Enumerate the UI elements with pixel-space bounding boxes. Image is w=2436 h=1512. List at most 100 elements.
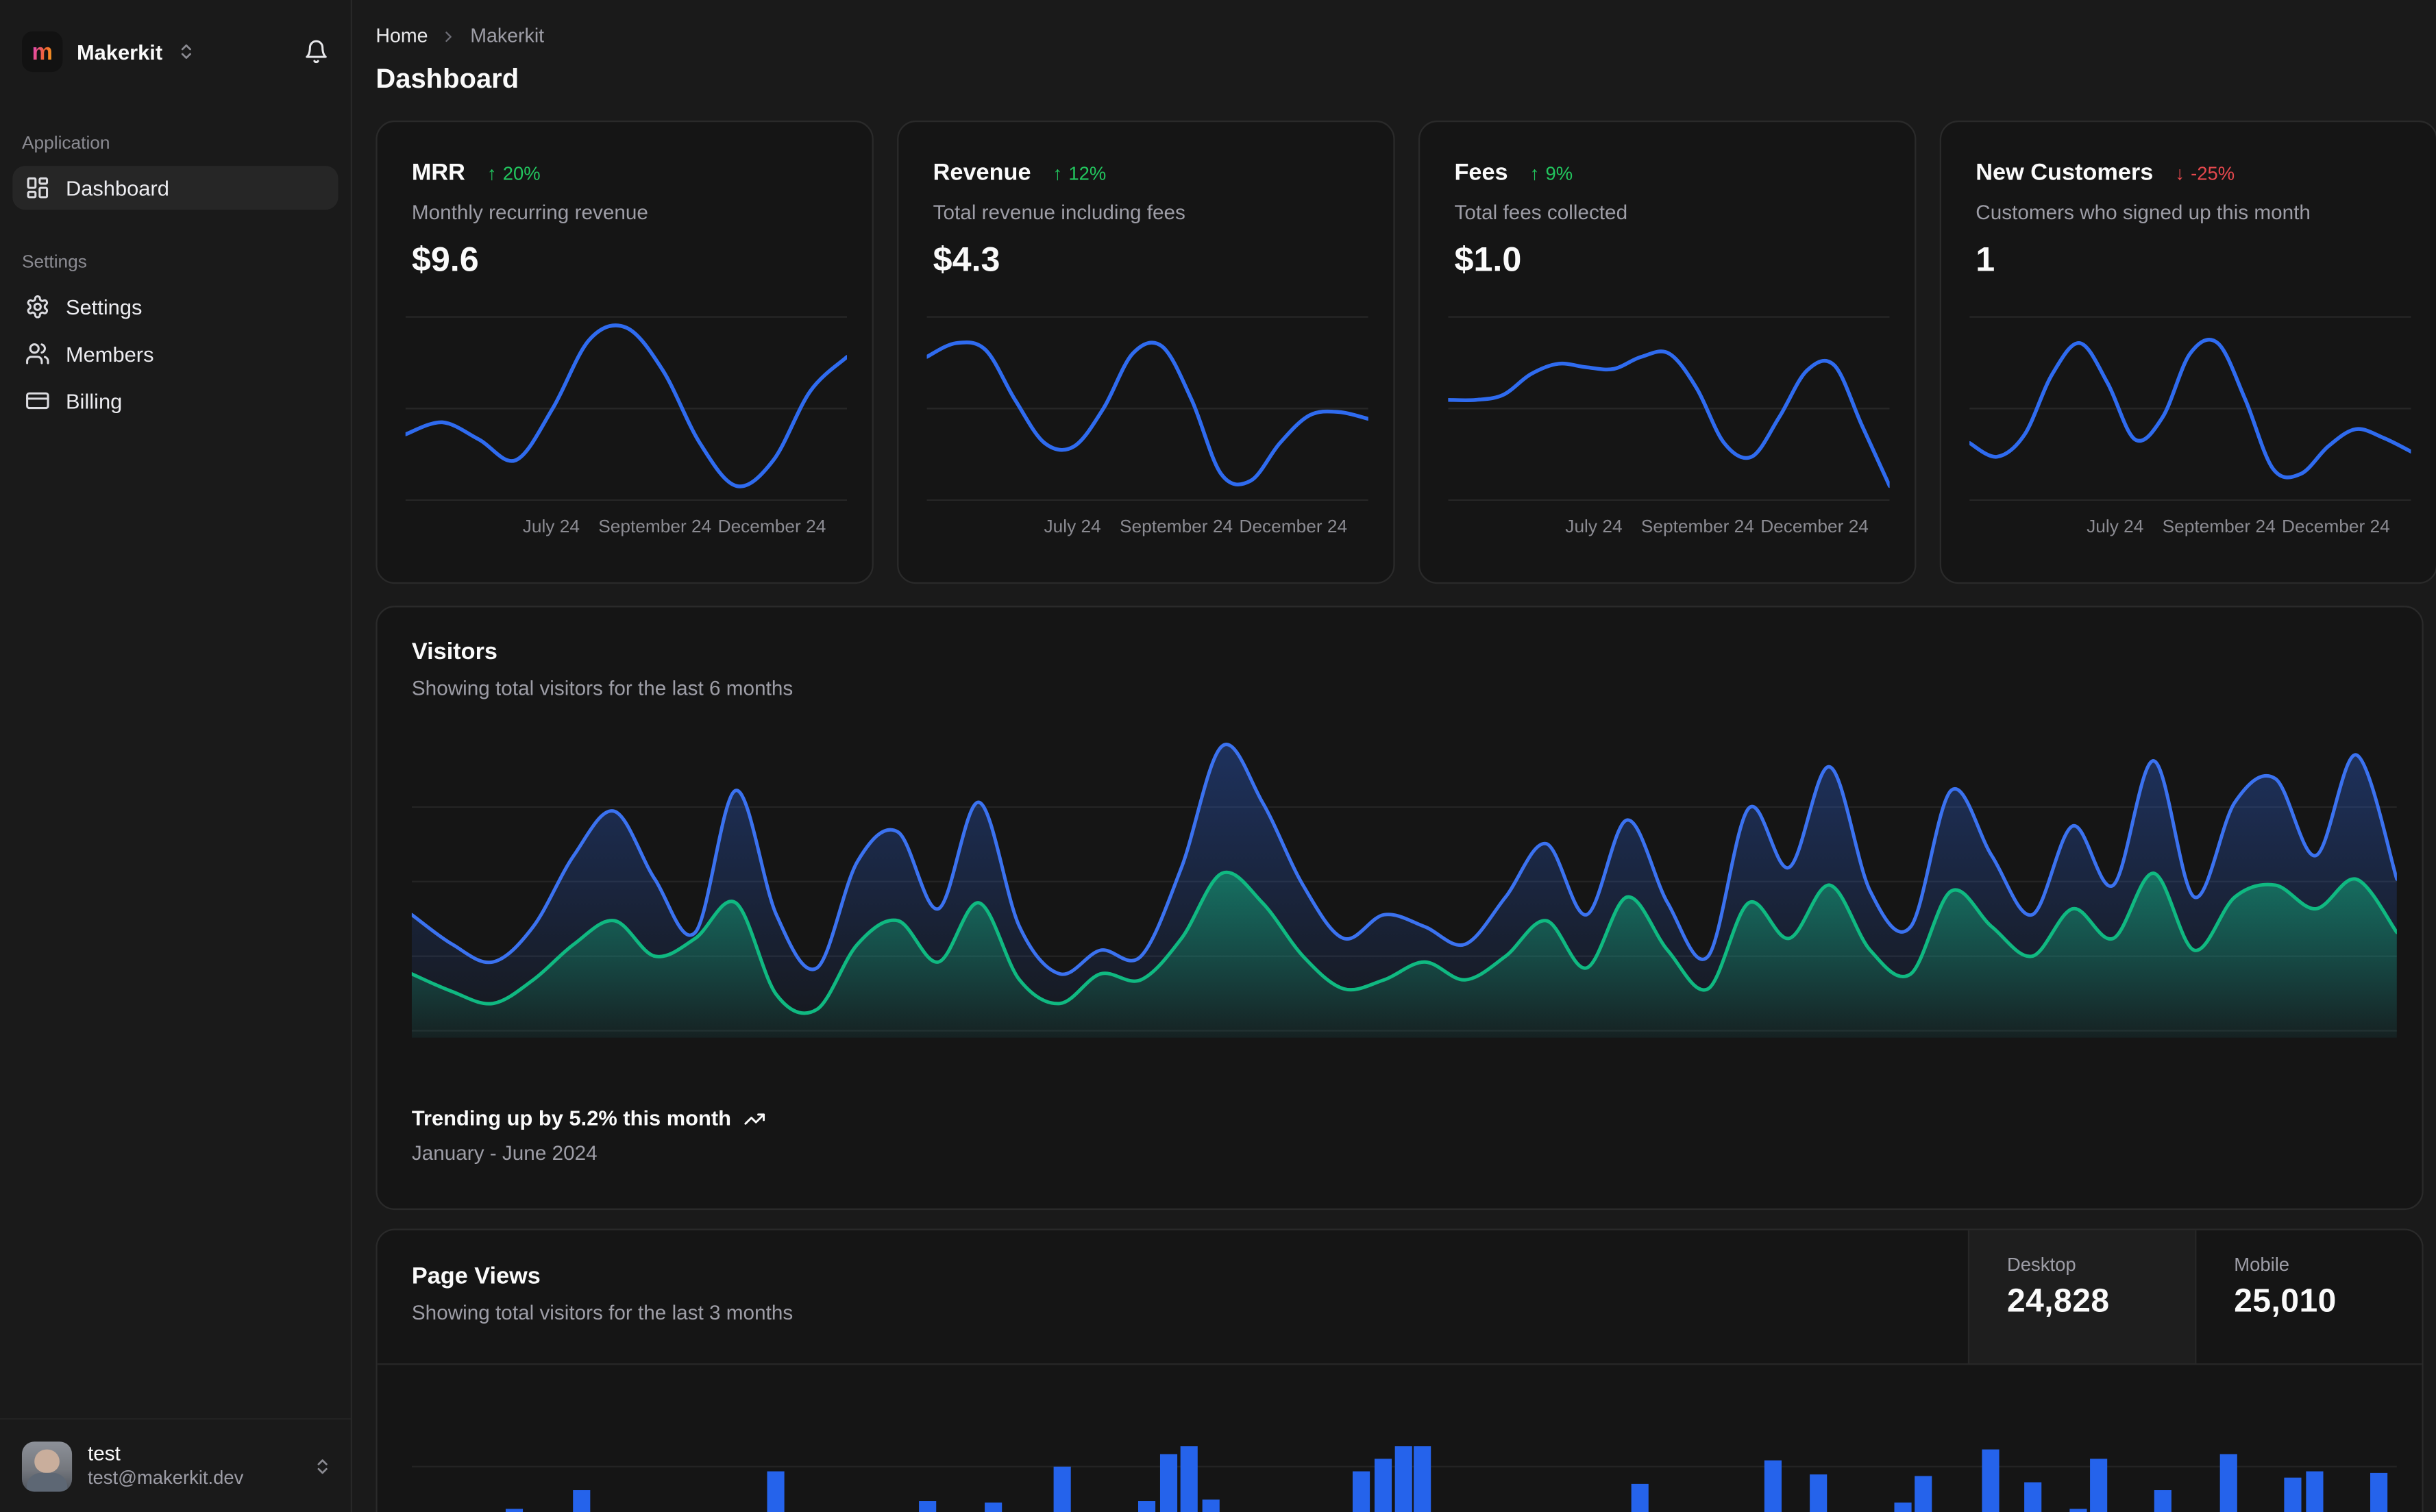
stat-card-new-customers: New Customers ↓ -25% Customers who signed… xyxy=(1939,120,2436,584)
stat-title: Revenue xyxy=(933,160,1031,186)
tick-label: September 24 xyxy=(1120,518,1233,537)
sidebar-item-label: Dashboard xyxy=(65,176,169,200)
stat-cards-row: MRR ↑ 20% Monthly recurring revenue $9.6 … xyxy=(376,120,2436,584)
x-axis-ticks: July 24 September 24 December 24 xyxy=(406,518,847,540)
user-name: test xyxy=(87,1441,121,1465)
user-menu-button[interactable]: test test@makerkit.dev xyxy=(0,1417,351,1512)
toggle-value: 25,010 xyxy=(2234,1283,2337,1320)
breadcrumb-current[interactable]: Makerkit xyxy=(470,25,544,47)
trend-badge: ↑ 9% xyxy=(1530,162,1573,184)
breadcrumb-home[interactable]: Home xyxy=(376,25,428,47)
org-name: Makerkit xyxy=(76,40,163,64)
visitors-subtitle: Showing total visitors for the last 6 mo… xyxy=(411,676,793,700)
tick-label: July 24 xyxy=(1044,518,1101,537)
sidebar-item-label: Billing xyxy=(65,388,123,413)
tick-label: December 24 xyxy=(717,518,826,537)
tick-label: July 24 xyxy=(522,518,580,537)
trend-badge: ↑ 12% xyxy=(1053,162,1107,184)
user-avatar xyxy=(21,1441,73,1491)
new-customers-sparkline-chart xyxy=(1967,316,2413,501)
arrow-up-icon: ↑ xyxy=(1053,162,1063,184)
stat-value: 1 xyxy=(1976,239,1995,279)
arrow-up-icon: ↑ xyxy=(1529,162,1540,184)
visitors-date-range: January - June 2024 xyxy=(411,1141,598,1165)
trend-value: 12% xyxy=(1068,162,1107,184)
stat-card-revenue: Revenue ↑ 12% Total revenue including fee… xyxy=(897,120,1395,584)
page-views-subtitle: Showing total visitors for the last 3 mo… xyxy=(411,1300,793,1324)
stat-title: Fees xyxy=(1454,160,1508,186)
sidebar-section-application: Application xyxy=(21,134,110,153)
logo-letter: m xyxy=(32,38,53,65)
tick-label: July 24 xyxy=(1565,518,1623,537)
user-info: test test@makerkit.dev xyxy=(88,1441,243,1490)
sidebar-item-label: Settings xyxy=(65,295,143,319)
users-icon xyxy=(26,343,49,364)
mrr-sparkline-chart xyxy=(403,316,849,501)
x-axis-ticks: July 24 September 24 December 24 xyxy=(927,518,1368,540)
bell-icon[interactable] xyxy=(304,39,329,64)
chevron-right-icon xyxy=(441,27,458,45)
sidebar-item-members[interactable]: Members xyxy=(12,332,338,375)
stat-card-mrr: MRR ↑ 20% Monthly recurring revenue $9.6 … xyxy=(376,120,874,584)
arrow-up-icon: ↑ xyxy=(487,162,497,184)
page-views-title: Page Views xyxy=(411,1263,541,1290)
page-views-header: Page Views Showing total visitors for th… xyxy=(377,1230,2422,1365)
org-selector[interactable]: m Makerkit xyxy=(0,0,351,82)
page-views-bar-chart xyxy=(411,1371,2397,1512)
stat-title: New Customers xyxy=(1976,160,2154,186)
stat-subtitle: Total fees collected xyxy=(1454,200,1628,224)
toggle-label: Mobile xyxy=(2234,1254,2290,1276)
gear-icon xyxy=(27,295,49,319)
visitors-card: Visitors Showing total visitors for the … xyxy=(376,606,2424,1211)
user-email: test@makerkit.dev xyxy=(87,1466,244,1489)
stat-card-fees: Fees ↑ 9% Total fees collected $1.0 July … xyxy=(1418,120,1917,584)
credit-card-icon xyxy=(26,392,49,410)
tick-label: December 24 xyxy=(2282,518,2390,537)
arrow-down-icon: ↓ xyxy=(2175,162,2185,184)
page-title: Dashboard xyxy=(376,62,519,95)
sidebar: m Makerkit Application Dashboard Setting… xyxy=(0,0,353,1512)
stat-title: MRR xyxy=(411,160,465,186)
stat-value: $4.3 xyxy=(933,239,1000,279)
app-window: m Makerkit Application Dashboard Setting… xyxy=(0,0,2436,1512)
chevrons-up-down-icon xyxy=(313,1457,332,1475)
visitors-area-chart xyxy=(410,732,2399,1038)
revenue-sparkline-chart xyxy=(924,316,1370,501)
x-axis-ticks: July 24 September 24 December 24 xyxy=(1969,518,2411,540)
toggle-value: 24,828 xyxy=(2006,1283,2110,1320)
main-content: Home Makerkit Dashboard MRR ↑ 20% Monthly… xyxy=(352,0,2436,1512)
visitors-title: Visitors xyxy=(411,639,497,665)
sidebar-item-dashboard[interactable]: Dashboard xyxy=(12,166,339,210)
sidebar-item-settings[interactable]: Settings xyxy=(12,285,338,329)
trend-value: 20% xyxy=(502,162,541,184)
toggle-desktop[interactable]: Desktop 24,828 xyxy=(1967,1230,2195,1363)
tick-label: September 24 xyxy=(598,518,712,537)
trending-up-icon xyxy=(744,1113,765,1124)
sidebar-section-settings: Settings xyxy=(21,253,87,273)
page-views-card: Page Views Showing total visitors for th… xyxy=(376,1228,2424,1512)
visitors-trend-text: Trending up by 5.2% this month xyxy=(411,1106,731,1130)
chevrons-up-down-icon xyxy=(177,42,195,61)
tick-label: September 24 xyxy=(1640,518,1754,537)
layout-dashboard-icon xyxy=(27,177,49,199)
trend-value: -25% xyxy=(2191,162,2235,184)
toggle-label: Desktop xyxy=(2006,1254,2076,1276)
stat-subtitle: Monthly recurring revenue xyxy=(411,200,648,224)
makerkit-logo: m xyxy=(21,31,63,73)
sidebar-item-billing[interactable]: Billing xyxy=(12,379,338,423)
visitors-footer: Trending up by 5.2% this month January -… xyxy=(412,1106,765,1165)
stat-value: $9.6 xyxy=(411,239,479,279)
x-axis-ticks: July 24 September 24 December 24 xyxy=(1448,518,1889,540)
stat-subtitle: Total revenue including fees xyxy=(933,200,1185,224)
sidebar-item-label: Members xyxy=(65,342,154,366)
breadcrumb: Home Makerkit xyxy=(376,22,2423,50)
fees-sparkline-chart xyxy=(1446,316,1892,501)
stat-subtitle: Customers who signed up this month xyxy=(1976,200,2311,224)
tick-label: September 24 xyxy=(2162,518,2276,537)
toggle-mobile[interactable]: Mobile 25,010 xyxy=(2195,1230,2422,1363)
trend-badge: ↓ -25% xyxy=(2175,162,2235,184)
trend-value: 9% xyxy=(1545,162,1573,184)
tick-label: December 24 xyxy=(1760,518,1869,537)
tick-label: December 24 xyxy=(1239,518,1348,537)
trend-badge: ↑ 20% xyxy=(487,162,541,184)
